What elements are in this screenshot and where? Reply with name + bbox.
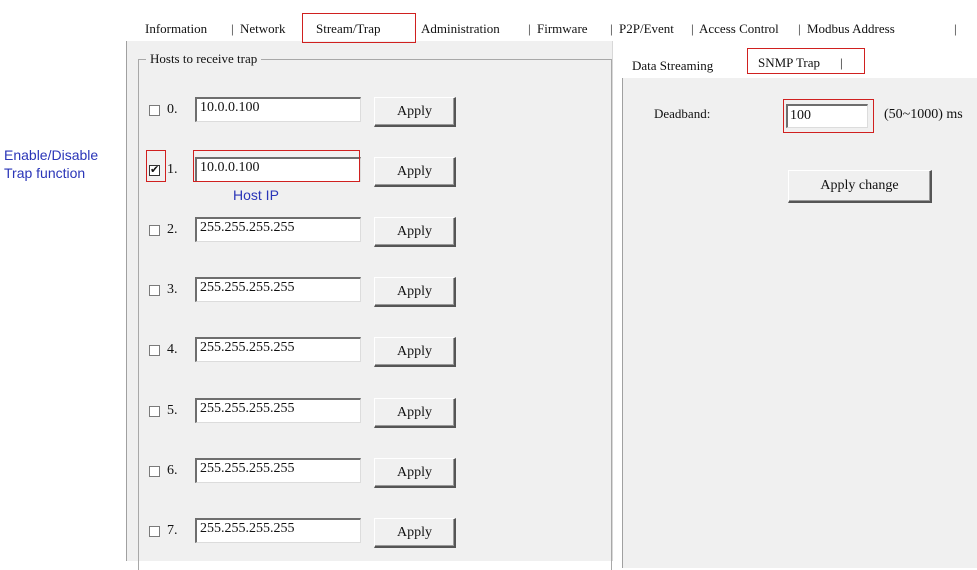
host-ip-input[interactable]: 255.255.255.255 <box>195 217 361 242</box>
tab-separator: | <box>954 21 957 36</box>
trap-enable-checkbox[interactable] <box>149 406 160 417</box>
row-number: 6. <box>167 463 178 478</box>
trap-enable-checkbox[interactable] <box>149 105 160 116</box>
deadband-highlight-box <box>783 99 874 133</box>
apply-button[interactable]: Apply <box>374 157 456 187</box>
tab-p2p-event[interactable]: P2P/Event <box>619 19 674 39</box>
trap-enable-checkbox[interactable] <box>149 466 160 477</box>
annotation-host-ip: Host IP <box>233 187 279 203</box>
tab-access-control[interactable]: Access Control <box>699 19 779 39</box>
row-number: 0. <box>167 102 178 117</box>
checkbox-highlight-box <box>146 150 166 182</box>
host-ip-input[interactable]: 255.255.255.255 <box>195 458 361 483</box>
tab-separator: | <box>798 21 801 36</box>
snmp-trap-panel <box>622 78 977 568</box>
apply-button[interactable]: Apply <box>374 518 456 548</box>
host-ip-input[interactable]: 255.255.255.255 <box>195 337 361 362</box>
row-number: 5. <box>167 403 178 418</box>
deadband-label: Deadband: <box>654 106 711 121</box>
row-number: 3. <box>167 282 178 297</box>
trap-enable-checkbox[interactable] <box>149 285 160 296</box>
tab-network[interactable]: Network <box>240 19 286 39</box>
host-ip-input[interactable]: 255.255.255.255 <box>195 518 361 543</box>
tab-administration[interactable]: Administration <box>421 19 500 39</box>
apply-button[interactable]: Apply <box>374 277 456 307</box>
apply-button[interactable]: Apply <box>374 458 456 488</box>
host-ip-input[interactable]: 255.255.255.255 <box>195 398 361 423</box>
tab-data-streaming[interactable]: Data Streaming <box>632 55 713 77</box>
row-number: 1. <box>167 162 178 177</box>
host-ip-input[interactable]: 10.0.0.100 <box>195 97 361 122</box>
trap-enable-checkbox[interactable] <box>149 345 160 356</box>
apply-button[interactable]: Apply <box>374 398 456 428</box>
host-ip-highlight-box <box>193 150 360 182</box>
annotation-enable-disable: Enable/Disable Trap function <box>4 146 98 182</box>
row-number: 7. <box>167 523 178 538</box>
trap-enable-checkbox[interactable] <box>149 225 160 236</box>
row-number: 2. <box>167 222 178 237</box>
apply-button[interactable]: Apply <box>374 97 456 127</box>
tab-firmware[interactable]: Firmware <box>537 19 588 39</box>
deadband-range-text: (50~1000) ms <box>884 107 963 122</box>
tab-separator: | <box>528 21 531 36</box>
apply-button[interactable]: Apply <box>374 337 456 367</box>
tab-separator: | <box>610 21 613 36</box>
stream-trap-highlight-box <box>302 13 416 43</box>
apply-change-button[interactable]: Apply change <box>788 170 932 203</box>
tab-modbus-address[interactable]: Modbus Address <box>807 19 895 39</box>
hosts-groupbox-title: Hosts to receive trap <box>146 51 262 67</box>
trap-enable-checkbox[interactable] <box>149 526 160 537</box>
snmp-trap-highlight-box <box>747 48 865 74</box>
host-ip-input[interactable]: 255.255.255.255 <box>195 277 361 302</box>
tab-separator: | <box>231 21 234 36</box>
row-number: 4. <box>167 342 178 357</box>
annotation-line-2: Trap function <box>4 165 86 181</box>
hosts-groupbox <box>138 59 612 570</box>
apply-button[interactable]: Apply <box>374 217 456 247</box>
annotation-line-1: Enable/Disable <box>4 147 99 163</box>
tab-information[interactable]: Information <box>145 19 207 39</box>
tab-separator: | <box>691 21 694 36</box>
